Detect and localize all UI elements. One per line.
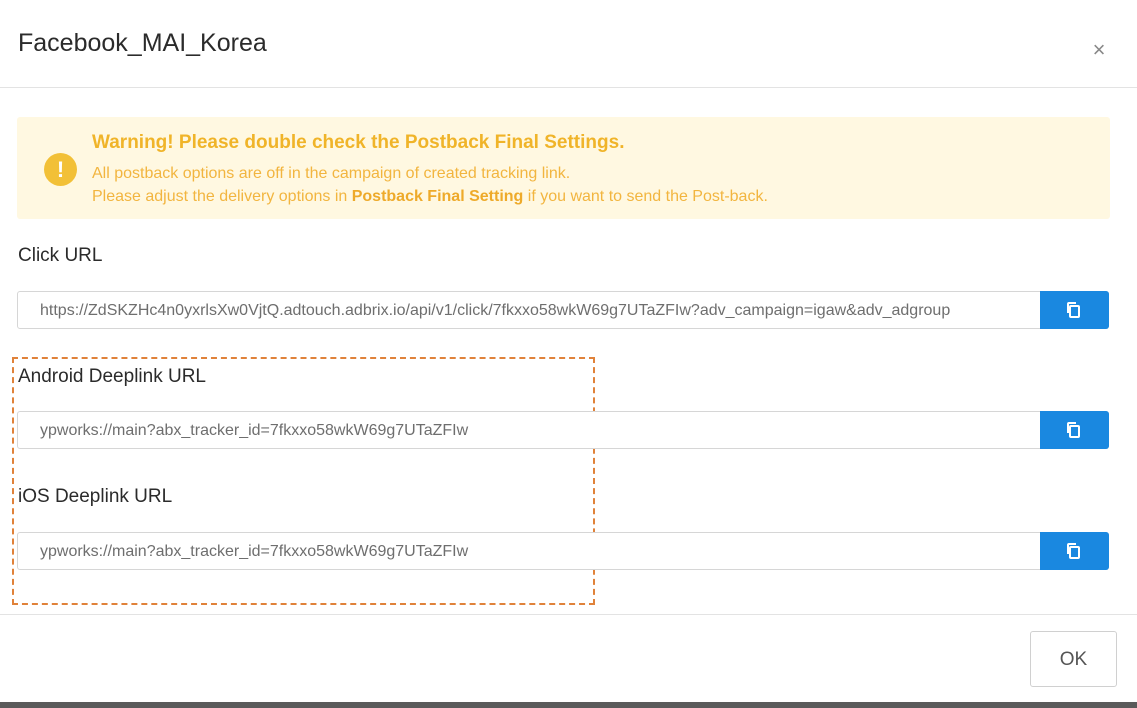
copy-icon: [1067, 302, 1080, 318]
ios-deeplink-field[interactable]: ypworks://main?abx_tracker_id=7fkxxo58wk…: [17, 532, 1109, 570]
warning-line-2-post: if you want to send the Post-back.: [523, 188, 768, 205]
copy-icon: [1067, 543, 1080, 559]
ios-deeplink-value[interactable]: ypworks://main?abx_tracker_id=7fkxxo58wk…: [40, 533, 1028, 569]
modal-header: Facebook_MAI_Korea ×: [0, 0, 1137, 88]
ios-deeplink-label: iOS Deeplink URL: [18, 486, 173, 507]
copy-ios-deeplink-button[interactable]: [1040, 532, 1109, 570]
warning-line-1: All postback options are off in the camp…: [92, 165, 571, 182]
warning-banner: ! Warning! Please double check the Postb…: [17, 117, 1110, 219]
click-url-value[interactable]: https://ZdSKZHc4n0yxrlsXw0VjtQ.adtouch.a…: [40, 292, 1028, 328]
android-deeplink-label: Android Deeplink URL: [18, 366, 206, 387]
copy-android-deeplink-button[interactable]: [1040, 411, 1109, 449]
android-deeplink-value[interactable]: ypworks://main?abx_tracker_id=7fkxxo58wk…: [40, 412, 1028, 448]
exclamation-icon: !: [44, 153, 77, 186]
android-deeplink-field[interactable]: ypworks://main?abx_tracker_id=7fkxxo58wk…: [17, 411, 1109, 449]
tracking-link-modal: Facebook_MAI_Korea × ! Warning! Please d…: [0, 0, 1137, 708]
click-url-label: Click URL: [18, 245, 103, 266]
copy-click-url-button[interactable]: [1040, 291, 1109, 329]
warning-line-2: Please adjust the delivery options in Po…: [92, 188, 768, 206]
modal-title: Facebook_MAI_Korea: [18, 29, 267, 57]
copy-icon: [1067, 422, 1080, 438]
footer-divider: [0, 614, 1137, 615]
close-icon[interactable]: ×: [1087, 38, 1111, 62]
warning-title: Warning! Please double check the Postbac…: [92, 132, 625, 153]
postback-final-setting-text: Postback Final Setting: [351, 188, 524, 205]
warning-line-2-pre: Please adjust the delivery options in: [92, 188, 352, 205]
click-url-field[interactable]: https://ZdSKZHc4n0yxrlsXw0VjtQ.adtouch.a…: [17, 291, 1109, 329]
ok-button[interactable]: OK: [1030, 631, 1117, 687]
background-strip: [0, 702, 1137, 708]
